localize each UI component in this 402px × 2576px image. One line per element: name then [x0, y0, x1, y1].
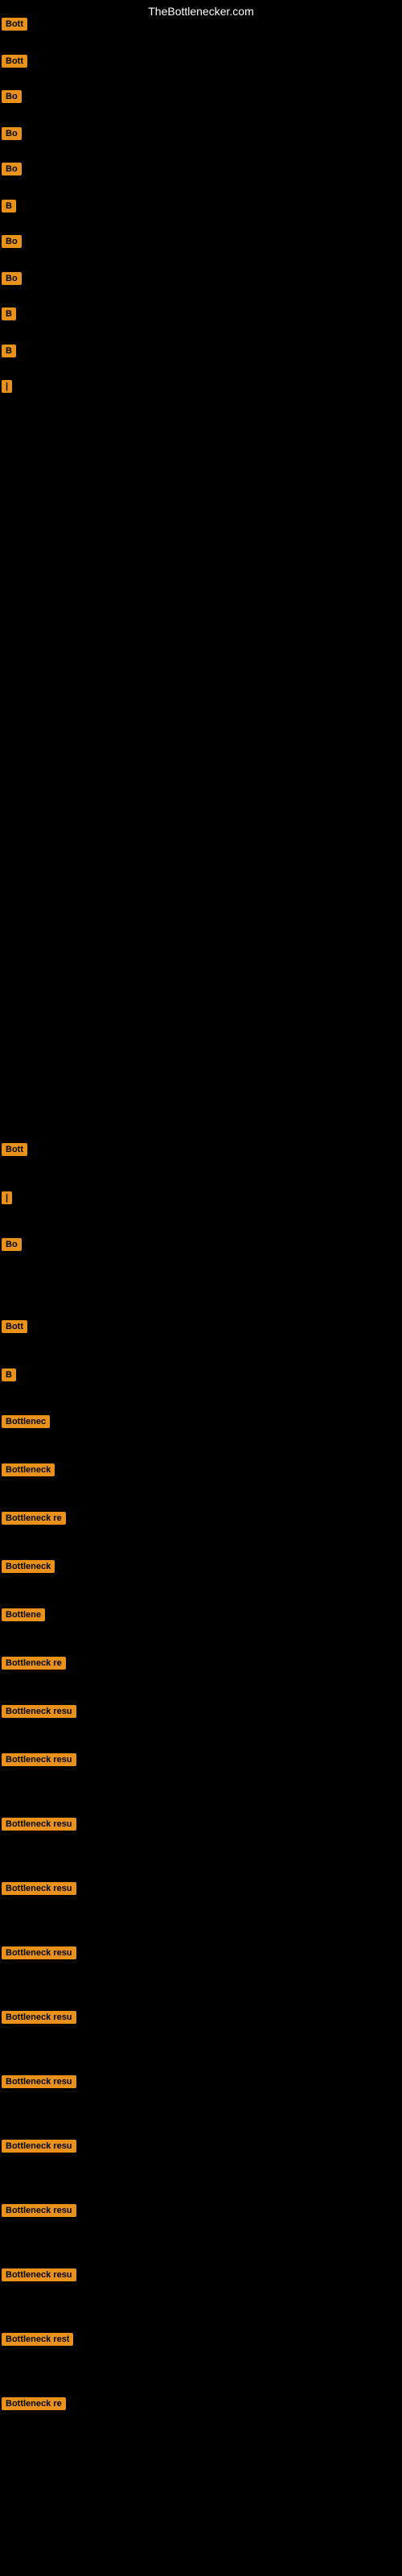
label-badge-4[interactable]: Bo [2, 127, 22, 140]
label-badge-31[interactable]: Bottleneck resu [2, 2204, 76, 2217]
label-badge-14[interactable]: Bo [2, 1238, 22, 1251]
label-badge-30[interactable]: Bottleneck resu [2, 2140, 76, 2153]
label-badge-29[interactable]: Bottleneck resu [2, 2075, 76, 2088]
label-badge-6[interactable]: B [2, 200, 16, 213]
label-badge-21[interactable]: Bottlene [2, 1608, 45, 1621]
site-title: TheBottlenecker.com [148, 5, 254, 18]
label-badge-2[interactable]: Bott [2, 55, 27, 68]
label-badge-19[interactable]: Bottleneck re [2, 1512, 66, 1525]
label-badge-15[interactable]: Bott [2, 1320, 27, 1333]
label-badge-1[interactable]: Bott [2, 18, 27, 31]
label-badge-10[interactable]: B [2, 345, 16, 357]
label-badge-26[interactable]: Bottleneck resu [2, 1882, 76, 1895]
label-badge-3[interactable]: Bo [2, 90, 22, 103]
label-badge-11[interactable]: | [2, 380, 12, 393]
label-badge-9[interactable]: B [2, 308, 16, 320]
label-badge-34[interactable]: Bottleneck re [2, 2397, 66, 2410]
label-badge-13[interactable]: | [2, 1191, 12, 1204]
label-badge-27[interactable]: Bottleneck resu [2, 1946, 76, 1959]
label-badge-24[interactable]: Bottleneck resu [2, 1753, 76, 1766]
label-badge-17[interactable]: Bottlenec [2, 1415, 50, 1428]
label-badge-16[interactable]: B [2, 1368, 16, 1381]
label-badge-12[interactable]: Bott [2, 1143, 27, 1156]
label-badge-7[interactable]: Bo [2, 235, 22, 248]
label-badge-20[interactable]: Bottleneck [2, 1560, 55, 1573]
label-badge-18[interactable]: Bottleneck [2, 1463, 55, 1476]
label-badge-23[interactable]: Bottleneck resu [2, 1705, 76, 1718]
label-badge-8[interactable]: Bo [2, 272, 22, 285]
label-badge-22[interactable]: Bottleneck re [2, 1657, 66, 1670]
label-badge-28[interactable]: Bottleneck resu [2, 2011, 76, 2024]
label-badge-5[interactable]: Bo [2, 163, 22, 175]
label-badge-25[interactable]: Bottleneck resu [2, 1818, 76, 1831]
label-badge-32[interactable]: Bottleneck resu [2, 2268, 76, 2281]
label-badge-33[interactable]: Bottleneck rest [2, 2333, 73, 2346]
